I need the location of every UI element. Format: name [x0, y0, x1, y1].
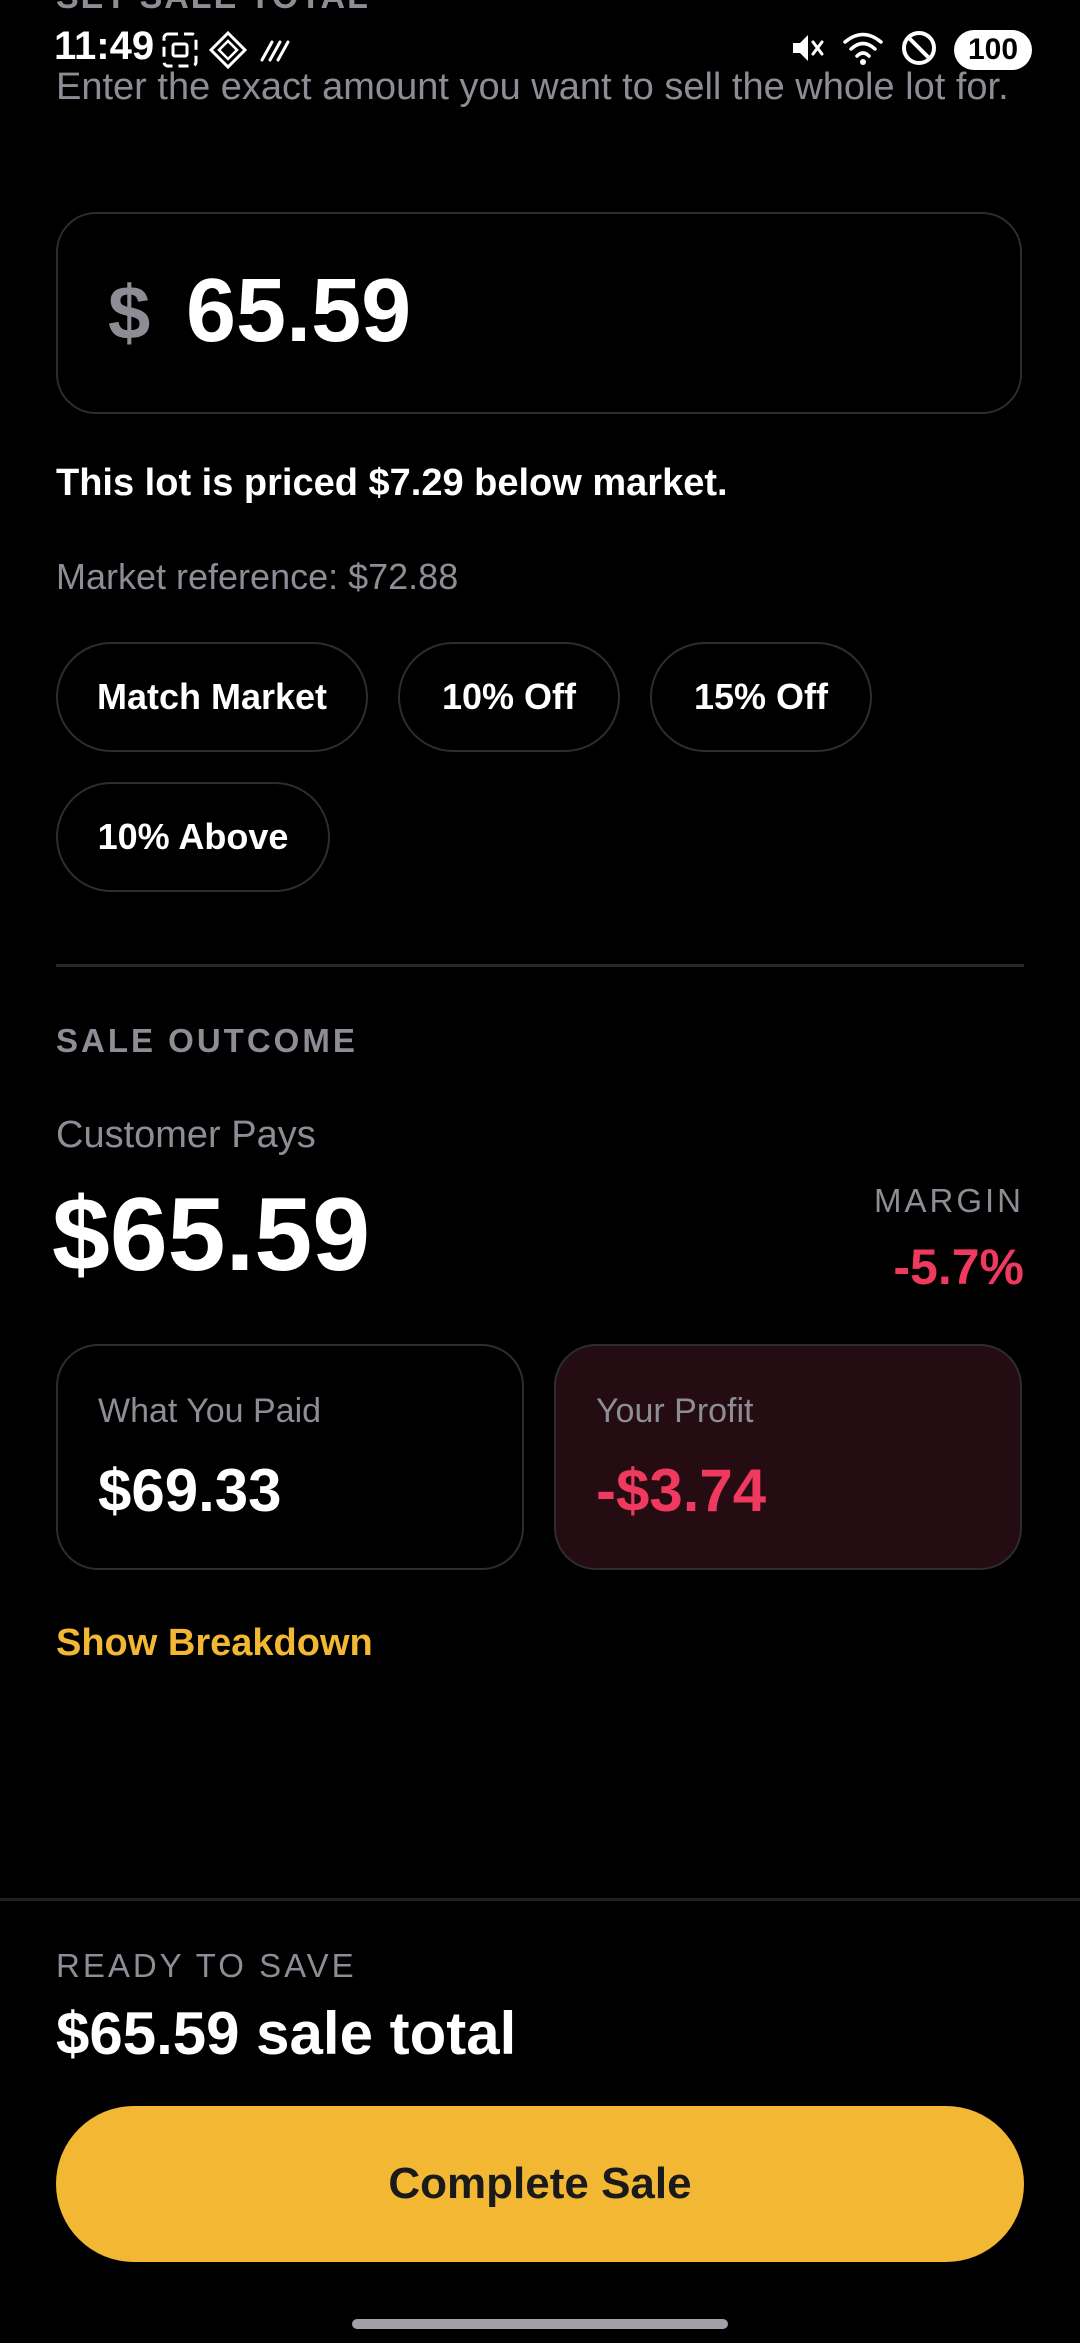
ready-to-save-label: READY TO SAVE	[56, 1947, 357, 1984]
cut-off-heading: SET SALE TOTAL	[56, 0, 370, 17]
currency-symbol: $	[108, 271, 151, 356]
preset-10-off-button[interactable]: 10% Off	[398, 642, 620, 752]
customer-pays-label: Customer Pays	[56, 1114, 316, 1156]
preset-10-above-button[interactable]: 10% Above	[56, 782, 330, 892]
margin-label: MARGIN	[874, 1182, 1024, 1219]
what-you-paid-card: What You Paid $69.33	[56, 1344, 524, 1570]
show-breakdown-link[interactable]: Show Breakdown	[56, 1622, 373, 1665]
what-you-paid-value: $69.33	[98, 1457, 282, 1524]
footer-panel: READY TO SAVE $65.59 sale total Complete…	[0, 1898, 1080, 2343]
what-you-paid-label: What You Paid	[98, 1392, 322, 1430]
preset-match-market-button[interactable]: Match Market	[56, 642, 368, 752]
your-profit-card: Your Profit -$3.74	[554, 1344, 1022, 1570]
your-profit-value: -$3.74	[596, 1457, 767, 1524]
market-reference: Market reference: $72.88	[56, 556, 459, 597]
ready-sale-total: $65.59 sale total	[56, 2000, 517, 2067]
margin-value: -5.7%	[893, 1239, 1024, 1295]
sale-amount-input[interactable]: $ 65.59	[56, 212, 1022, 414]
your-profit-label: Your Profit	[596, 1392, 754, 1430]
complete-sale-button[interactable]: Complete Sale	[56, 2106, 1024, 2262]
home-indicator[interactable]	[352, 2319, 728, 2329]
sale-amount-value[interactable]: 65.59	[186, 260, 411, 363]
preset-15-off-button[interactable]: 15% Off	[650, 642, 872, 752]
section-divider	[56, 964, 1024, 967]
customer-pays-value: $65.59	[52, 1177, 371, 1293]
price-comparison-note: This lot is priced $7.29 below market.	[56, 462, 728, 504]
sale-outcome-heading: SALE OUTCOME	[56, 1022, 358, 1059]
instruction-text: Enter the exact amount you want to sell …	[56, 66, 1009, 108]
